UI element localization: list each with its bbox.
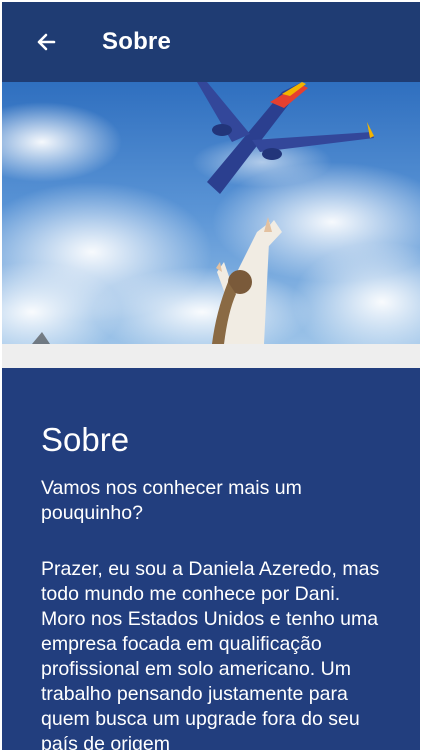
page-title: Sobre — [102, 28, 172, 55]
app-bar: Sobre — [2, 2, 420, 82]
about-card: Sobre Vamos nos conhecer mais um pouquin… — [2, 368, 420, 750]
hero-photo — [2, 82, 420, 344]
body-text: Prazer, eu sou a Daniela Azeredo, mas to… — [41, 558, 380, 750]
arrow-left-icon — [37, 33, 56, 51]
about-screen: Sobre Sobre Vamos nos conhecer mais um p… — [0, 0, 422, 750]
section-divider — [2, 344, 420, 368]
back-button[interactable] — [24, 20, 68, 64]
intro-text: Vamos nos conhecer mais um pouquinho? — [41, 477, 302, 524]
section-title: Sobre — [41, 421, 130, 458]
